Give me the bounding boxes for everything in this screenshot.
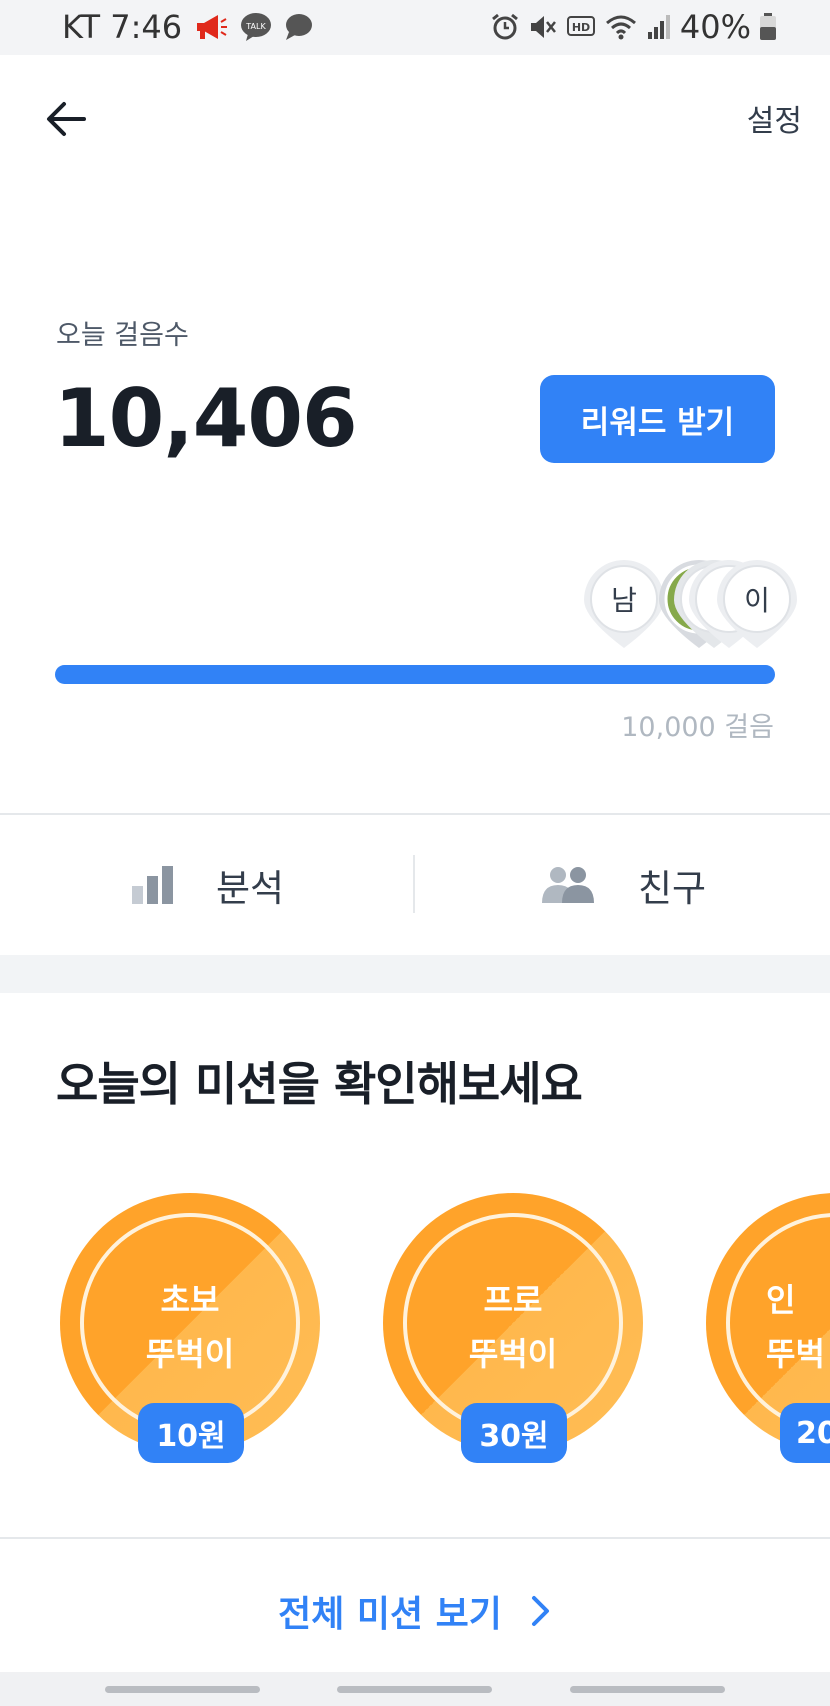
mission-name-line2: 뚜벅이: [468, 1335, 558, 1373]
reward-button[interactable]: 리워드 받기: [540, 375, 775, 463]
alarm-icon: [491, 13, 518, 40]
mission-name: 인 뚜벅: [766, 1273, 830, 1381]
kakaotalk-icon: TALK: [241, 13, 272, 41]
mission-card[interactable]: 프로 뚜벅이 30원: [383, 1193, 643, 1468]
nav-recents-button[interactable]: [105, 1686, 260, 1693]
nav-home-button[interactable]: [337, 1686, 492, 1693]
tab-analysis[interactable]: 분석: [130, 845, 284, 925]
signal-icon: [647, 15, 670, 39]
mute-icon: [530, 16, 556, 38]
mission-name-line1: 프로: [483, 1281, 543, 1319]
mission-name-line1: 인: [766, 1281, 796, 1319]
nav-back-button[interactable]: [570, 1686, 725, 1693]
system-nav-bar: [0, 1672, 830, 1706]
hd-icon: HD: [566, 16, 595, 36]
tab-separator: [413, 855, 415, 913]
carrier-time: KT 7:46: [62, 8, 183, 46]
section-separator: [0, 955, 830, 993]
mission-card[interactable]: 초보 뚜벅이 10원: [60, 1193, 320, 1468]
today-steps-label: 오늘 걸음수: [56, 320, 189, 351]
mission-name: 초보 뚜벅이: [60, 1273, 320, 1381]
mission-name-line2: 뚜벅: [766, 1335, 825, 1373]
bar-chart-icon: [132, 866, 173, 904]
chevron-right-icon: [531, 1596, 549, 1626]
friend-pin-1-label: 남: [611, 584, 637, 617]
tab-analysis-label: 분석: [216, 867, 285, 910]
chat-bubble-icon: [286, 14, 313, 40]
mission-name-line1: 초보: [160, 1281, 220, 1319]
wifi-icon: [605, 15, 636, 40]
status-bar: KT 7:46 TALK HD 40%: [0, 0, 830, 55]
svg-text:TALK: TALK: [245, 22, 266, 31]
friend-pin-5-label: 이: [744, 584, 770, 617]
missions-title: 오늘의 미션을 확인해보세요: [56, 1057, 583, 1111]
status-left: KT 7:46 TALK: [62, 8, 314, 46]
arrow-left-icon[interactable]: [40, 93, 92, 145]
divider: [0, 1537, 830, 1539]
svg-text:HD: HD: [572, 21, 590, 34]
people-icon: [542, 867, 594, 903]
goal-label: 10,000 걸음: [621, 712, 774, 743]
settings-button[interactable]: 설정: [747, 96, 802, 140]
mission-name-line2: 뚜벅이: [145, 1335, 235, 1373]
battery-icon: [760, 13, 776, 40]
battery-percent: 40%: [679, 8, 751, 46]
today-steps-count: 10,406: [54, 372, 358, 465]
mission-name: 프로 뚜벅이: [383, 1273, 643, 1381]
status-right: HD 40%: [490, 8, 777, 46]
mission-reward-badge: 20: [780, 1403, 830, 1463]
tab-friends[interactable]: 친구: [540, 845, 706, 925]
divider: [0, 813, 830, 815]
mission-card[interactable]: 인 뚜벅 20: [706, 1193, 830, 1468]
mission-reward-badge: 10원: [138, 1403, 244, 1463]
all-missions-label: 전체 미션 보기: [278, 1594, 502, 1635]
mission-reward-badge: 30원: [461, 1403, 567, 1463]
all-missions-link[interactable]: 전체 미션 보기: [0, 1585, 830, 1637]
friend-pin-1[interactable]: 남: [584, 560, 664, 648]
friend-pins: 남 이: [584, 560, 797, 648]
tab-friends-label: 친구: [638, 867, 707, 910]
megaphone-icon: [197, 15, 228, 39]
steps-progress-bar: [55, 665, 775, 684]
steps-screen: KT 7:46 TALK HD 40% 설정 오늘 걸음수 10,406 리워드…: [0, 0, 830, 1706]
